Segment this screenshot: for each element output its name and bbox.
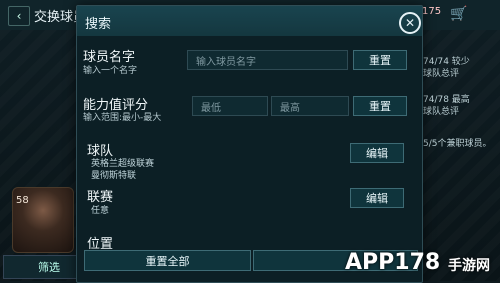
reset-all-button[interactable]: 重置全部: [84, 250, 251, 271]
rating-min-input[interactable]: 最低: [192, 96, 268, 116]
rating-sub: 输入范围:最小-最大: [83, 113, 162, 123]
coin-count: 175: [422, 6, 442, 17]
background-note-1: 74/74 较少 球队总评: [423, 57, 470, 79]
watermark-brand: APP178: [345, 250, 441, 275]
cart-icon[interactable]: 🛒: [450, 6, 467, 22]
team-edit-button[interactable]: 编辑: [350, 143, 404, 163]
player-name-input[interactable]: 输入球员名字: [187, 50, 348, 70]
league-sub: 任意: [91, 206, 110, 216]
search-modal: 搜索 ✕ 球员名字 输入一个名字 输入球员名字 重置 能力值评分 输入范围:最小…: [76, 5, 423, 283]
player-name-sub: 输入一个名字: [83, 66, 138, 76]
player-name-reset-button[interactable]: 重置: [353, 50, 407, 70]
back-icon[interactable]: ‹: [8, 6, 30, 26]
rating-max-input[interactable]: 最高: [271, 96, 349, 116]
team-item-2: 曼彻斯特联: [91, 171, 137, 181]
rating-reset-button[interactable]: 重置: [353, 96, 407, 116]
background-note-3: 5/5个兼职球员。: [423, 139, 492, 149]
close-icon[interactable]: ✕: [399, 12, 421, 34]
background-note-2: 74/78 最高 球队总评: [423, 95, 470, 117]
modal-title: 搜索: [85, 17, 112, 32]
league-edit-button[interactable]: 编辑: [350, 188, 404, 208]
modal-header: 搜索 ✕: [77, 6, 422, 36]
watermark-cn: 手游网: [448, 258, 490, 274]
player-rating: 58: [16, 195, 29, 206]
